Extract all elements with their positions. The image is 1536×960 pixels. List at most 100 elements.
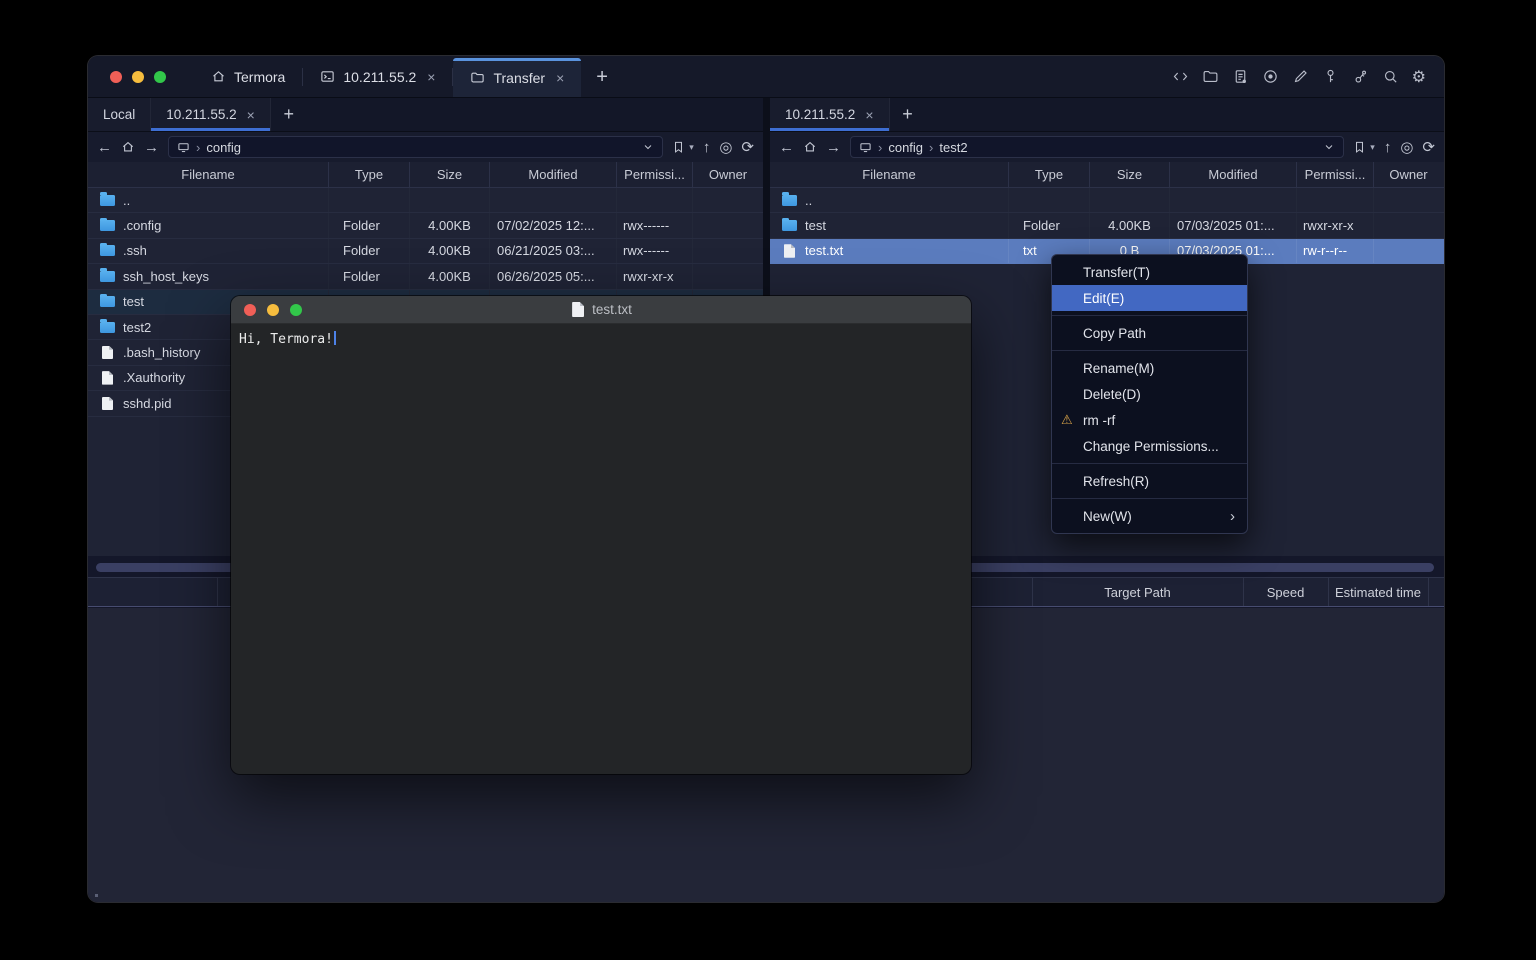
home-button[interactable] (803, 140, 817, 154)
tab-transfer[interactable]: Transfer × (453, 58, 581, 97)
file-row[interactable]: .. (88, 188, 763, 213)
file-row[interactable]: .. (770, 188, 1444, 213)
editor-content[interactable]: Hi, Termora! (231, 324, 971, 354)
column-permissions[interactable]: Permissi... (1297, 162, 1374, 187)
search-icon[interactable] (1382, 68, 1399, 85)
minimize-window-button[interactable] (132, 71, 144, 83)
zoom-window-button[interactable] (290, 304, 302, 316)
column-target-path[interactable]: Target Path (1032, 578, 1243, 606)
tab-label: Termora (234, 69, 285, 85)
home-button[interactable] (121, 140, 135, 154)
bookmark-icon[interactable] (1353, 140, 1366, 154)
edit-pencil-icon[interactable] (1292, 68, 1309, 85)
column-owner[interactable]: Owner (693, 162, 763, 187)
parent-directory-button[interactable]: ↑ (703, 140, 711, 155)
close-tab-icon[interactable]: × (247, 107, 255, 123)
close-window-button[interactable] (244, 304, 256, 316)
menu-item-delete[interactable]: Delete(D) (1052, 381, 1247, 407)
new-panel-tab-button[interactable]: + (890, 98, 926, 131)
file-permissions: rw-r--r-- (1297, 239, 1374, 263)
file-name: .. (805, 193, 812, 208)
bookmark-caret-icon[interactable]: ▾ (1370, 142, 1375, 153)
keychain-icon[interactable] (1352, 68, 1369, 85)
menu-item-edit[interactable]: Edit(E) (1052, 285, 1247, 311)
record-macro-icon[interactable] (1262, 68, 1279, 85)
show-hidden-files-icon[interactable]: ◎ (1400, 140, 1413, 155)
new-tab-button[interactable]: + (581, 67, 623, 87)
path-bar[interactable]: › config (168, 136, 663, 158)
menu-separator (1052, 350, 1247, 351)
settings-gear-icon[interactable]: ⚙ (1412, 67, 1426, 87)
column-modified[interactable]: Modified (490, 162, 617, 187)
file-owner (693, 188, 763, 212)
file-owner (693, 264, 763, 288)
bookmark-icon[interactable] (672, 140, 685, 154)
menu-item-copy-path[interactable]: Copy Path (1052, 320, 1247, 346)
refresh-icon[interactable]: ⟳ (1422, 140, 1435, 155)
menu-item-rename[interactable]: Rename(M) (1052, 355, 1247, 381)
back-button[interactable]: ← (779, 140, 794, 155)
tab-remote-10-211-55-2[interactable]: 10.211.55.2 × (770, 98, 890, 131)
path-crumb[interactable]: config (206, 140, 241, 155)
menu-item-refresh[interactable]: Refresh(R) (1052, 468, 1247, 494)
submenu-arrow-icon: › (1230, 508, 1235, 525)
tab-local[interactable]: Local (88, 98, 151, 131)
back-button[interactable]: ← (97, 140, 112, 155)
close-tab-icon[interactable]: × (865, 107, 873, 123)
file-modified: 07/02/2025 12:... (490, 213, 617, 237)
file-row[interactable]: ssh_host_keys Folder 4.00KB 06/26/2025 0… (88, 264, 763, 289)
file-row[interactable]: .config Folder 4.00KB 07/02/2025 12:... … (88, 213, 763, 238)
show-hidden-files-icon[interactable]: ◎ (719, 140, 732, 155)
chevron-down-icon[interactable] (642, 141, 654, 153)
code-icon[interactable] (1172, 68, 1189, 85)
close-window-button[interactable] (110, 71, 122, 83)
path-crumb[interactable]: config (888, 140, 923, 155)
menu-item-transfer[interactable]: Transfer(T) (1052, 259, 1247, 285)
menu-item-change-permissions[interactable]: Change Permissions... (1052, 433, 1247, 459)
column-separator (1428, 578, 1429, 606)
file-owner (693, 213, 763, 237)
tab-label: Local (103, 107, 135, 122)
bookmark-caret-icon[interactable]: ▾ (689, 142, 694, 153)
column-filename[interactable]: Filename (88, 162, 329, 187)
new-panel-tab-button[interactable]: + (271, 98, 307, 131)
forward-button[interactable]: → (826, 140, 841, 155)
folder-icon[interactable] (1202, 68, 1219, 85)
column-size[interactable]: Size (1090, 162, 1170, 187)
menu-item-new[interactable]: New(W) › (1052, 503, 1247, 529)
file-permissions (617, 188, 693, 212)
menu-item-rm-rf[interactable]: ⚠ rm -rf (1052, 407, 1247, 433)
folder-icon (100, 322, 115, 333)
column-modified[interactable]: Modified (1170, 162, 1297, 187)
minimize-window-button[interactable] (267, 304, 279, 316)
column-owner[interactable]: Owner (1374, 162, 1443, 187)
column-speed[interactable]: Speed (1243, 578, 1328, 606)
tab-termora-home[interactable]: Termora (194, 56, 302, 97)
crumb-separator: › (196, 140, 200, 155)
column-filename[interactable]: Filename (770, 162, 1009, 187)
column-type[interactable]: Type (1009, 162, 1090, 187)
resize-grip[interactable] (95, 894, 98, 897)
zoom-window-button[interactable] (154, 71, 166, 83)
path-bar[interactable]: › config › test2 (850, 136, 1344, 158)
log-file-icon[interactable] (1232, 68, 1249, 85)
home-icon (211, 69, 226, 84)
refresh-icon[interactable]: ⟳ (741, 140, 754, 155)
column-size[interactable]: Size (410, 162, 490, 187)
column-estimated-time[interactable]: Estimated time (1328, 578, 1428, 606)
titlebar: Termora 10.211.55.2 × Transfer × + (88, 56, 1444, 98)
key-icon[interactable] (1322, 68, 1339, 85)
file-row[interactable]: test Folder 4.00KB 07/03/2025 01:... rwx… (770, 213, 1444, 238)
column-type[interactable]: Type (329, 162, 410, 187)
parent-directory-button[interactable]: ↑ (1384, 140, 1392, 155)
path-crumb[interactable]: test2 (939, 140, 967, 155)
chevron-down-icon[interactable] (1323, 141, 1335, 153)
tab-ssh-session[interactable]: 10.211.55.2 × (303, 56, 452, 97)
close-tab-icon[interactable]: × (556, 70, 564, 86)
column-permissions[interactable]: Permissi... (617, 162, 693, 187)
tab-remote-10-211-55-2[interactable]: 10.211.55.2 × (151, 98, 271, 131)
file-row[interactable]: .ssh Folder 4.00KB 06/21/2025 03:... rwx… (88, 239, 763, 264)
close-tab-icon[interactable]: × (427, 69, 435, 85)
forward-button[interactable]: → (144, 140, 159, 155)
file-modified (1170, 188, 1297, 212)
